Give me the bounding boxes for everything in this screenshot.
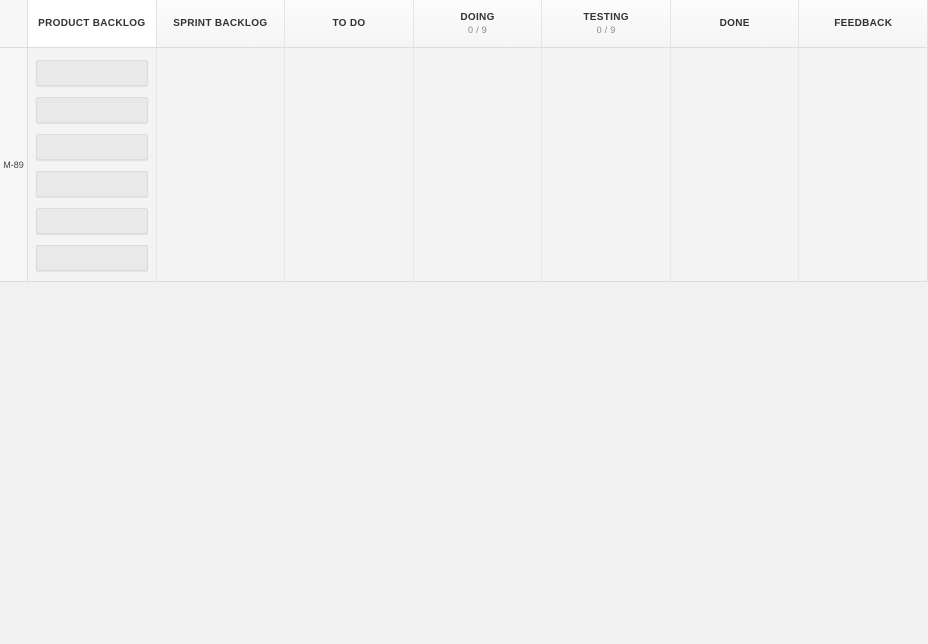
column-header-product-backlog[interactable]: PRODUCT BACKLOG — [28, 0, 157, 47]
column-title: TO DO — [332, 18, 365, 29]
cell-product-backlog[interactable] — [28, 48, 157, 281]
column-title: SPRINT BACKLOG — [173, 18, 267, 29]
card[interactable] — [36, 60, 148, 86]
card[interactable] — [36, 171, 148, 197]
cell-to-do[interactable] — [285, 48, 414, 281]
board-header: PRODUCT BACKLOG SPRINT BACKLOG TO DO DOI… — [0, 0, 928, 48]
cell-feedback[interactable] — [799, 48, 928, 281]
card[interactable] — [36, 134, 148, 160]
column-header-doing[interactable]: DOING 0 / 9 — [414, 0, 543, 47]
column-title: TESTING — [583, 12, 628, 23]
card[interactable] — [36, 208, 148, 234]
column-header-sprint-backlog[interactable]: SPRINT BACKLOG — [157, 0, 286, 47]
column-header-testing[interactable]: TESTING 0 / 9 — [542, 0, 671, 47]
column-header-to-do[interactable]: TO DO — [285, 0, 414, 47]
card[interactable] — [36, 245, 148, 271]
cell-sprint-backlog[interactable] — [157, 48, 286, 281]
cell-done[interactable] — [671, 48, 800, 281]
column-title: DONE — [720, 18, 750, 29]
cell-testing[interactable] — [542, 48, 671, 281]
row-label-text: M-89 — [3, 160, 24, 170]
row-label[interactable]: M-89 — [0, 48, 28, 281]
column-title: FEEDBACK — [834, 18, 892, 29]
card[interactable] — [36, 97, 148, 123]
column-title: PRODUCT BACKLOG — [38, 18, 145, 29]
board-row: M-89 — [0, 48, 928, 282]
column-header-done[interactable]: DONE — [671, 0, 800, 47]
column-title: DOING — [460, 12, 494, 23]
cell-doing[interactable] — [414, 48, 543, 281]
column-header-feedback[interactable]: FEEDBACK — [799, 0, 928, 47]
row-label-spacer — [0, 0, 28, 47]
column-wip: 0 / 9 — [597, 25, 616, 35]
column-wip: 0 / 9 — [468, 25, 487, 35]
